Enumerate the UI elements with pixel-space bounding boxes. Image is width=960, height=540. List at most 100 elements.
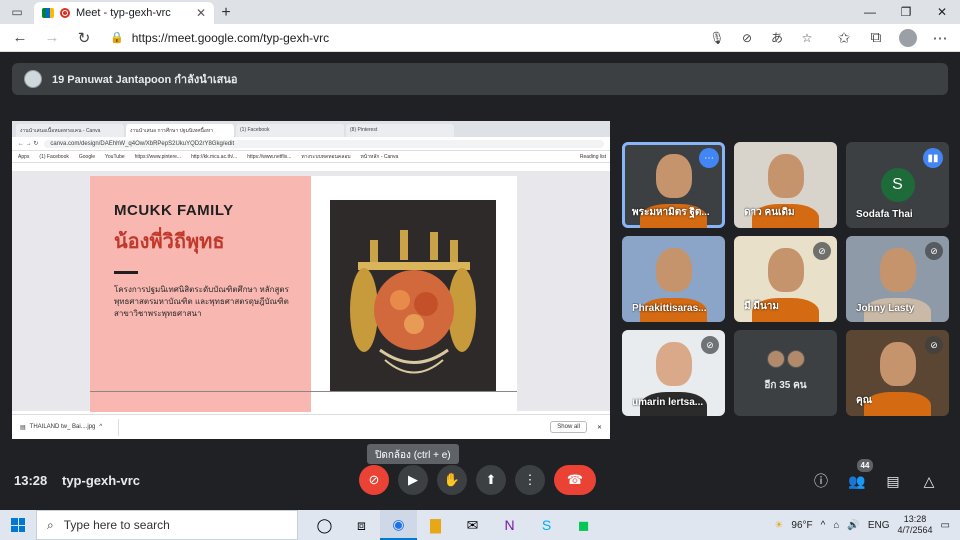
collections-icon[interactable]: ⧉ (862, 26, 890, 50)
profile-avatar[interactable] (894, 26, 922, 50)
lang-indicator[interactable]: ENG (868, 520, 890, 531)
minimize-icon[interactable]: — (852, 0, 888, 24)
forward-icon[interactable]: → (38, 26, 66, 50)
participant-face (767, 248, 804, 292)
slide-title-en: MCUKK FAMILY (114, 202, 234, 219)
activities-icon[interactable]: △ (918, 471, 940, 491)
camera-blocked-icon[interactable]: ⊘ (736, 31, 758, 45)
chat-icon[interactable]: ▤ (882, 471, 904, 491)
browser-tab-strip: ▭ Meet - typ-gexh-vrc ✕ + — ❐ ✕ (0, 0, 960, 24)
camera-tooltip: ปิดกล้อง (ctrl + e) (367, 444, 459, 464)
participant-tile[interactable]: S ▮▮ Sodafa Thai (846, 142, 949, 228)
new-tab-button[interactable]: + (214, 2, 238, 24)
meeting-info-icon[interactable]: ⓘ (810, 471, 832, 491)
more-options-button[interactable]: ⋮ (515, 465, 545, 495)
task-view-icon[interactable]: ⧈ (343, 510, 380, 540)
back-icon[interactable]: ← (6, 26, 34, 50)
url-bar[interactable]: 🔒 https://meet.google.com/typ-gexh-vrc 🎙… (102, 26, 826, 49)
participant-tile[interactable]: ⋯ พระมหามิตร ฐิต... (622, 142, 725, 228)
participant-tile[interactable]: ⊘ มี มีนาม (734, 236, 837, 322)
file-explorer-icon[interactable]: ▇ (417, 510, 454, 540)
mic-off-button[interactable]: ⊘ (359, 465, 389, 495)
more-options-icon[interactable]: ⋯ (699, 148, 719, 168)
raise-hand-button[interactable]: ✋ (437, 465, 467, 495)
clock-date: 4/7/2564 (897, 525, 933, 535)
mic-off-icon: ⊘ (925, 336, 943, 354)
bookmark: Reading list (579, 153, 606, 160)
start-button[interactable] (0, 510, 36, 540)
camera-button[interactable]: ▶ (398, 465, 428, 495)
weather-icon[interactable]: ☀ (774, 520, 783, 531)
translate-icon[interactable]: あ (766, 29, 788, 46)
shared-tab: (1) Facebook (236, 124, 344, 137)
participant-initial: S (880, 168, 915, 202)
show-all-button[interactable]: Show all (550, 421, 587, 433)
chevron-up-icon: ^ (99, 424, 103, 430)
participant-name: พระมหามิตร ฐิต... (632, 207, 710, 218)
line-icon[interactable]: ◼ (565, 510, 602, 540)
edge-icon[interactable]: ◉ (380, 510, 417, 540)
bookmark: https://www.pintere... (134, 153, 182, 160)
download-bar: ▤ THAILAND tw_ Bai....jpg ^ Show all ✕ (12, 414, 610, 439)
participant-name: ดาว คนเดิม (744, 207, 795, 218)
taskbar-apps: ◯ ⧈ ◉ ▇ ✉ N S ◼ (306, 510, 602, 540)
restore-icon[interactable]: ❐ (888, 0, 924, 24)
tab-close-icon[interactable]: ✕ (196, 6, 206, 20)
participant-tile[interactable]: ⊘ Johny Lasty (846, 236, 949, 322)
menu-more-icon[interactable]: ⋯ (926, 26, 954, 50)
end-call-button[interactable]: ☎ (554, 465, 596, 495)
shared-tab: (8) Pinterest (346, 124, 454, 137)
slide-title-th: น้องพี่วิถีพุทธ (114, 231, 225, 253)
meet-logo-icon (42, 8, 54, 18)
shared-tab: งานนำเสนอ การศึกษา ปฐมนิเทศนื้อหา (126, 124, 234, 137)
bookmark: หน้าหลัก - Canva (360, 153, 399, 160)
favorites-icon[interactable]: ✩ (830, 26, 858, 50)
mic-off-icon: ⊘ (813, 242, 831, 260)
participant-tile[interactable]: ดาว คนเดิม (734, 142, 837, 228)
participant-name: คุณ (856, 395, 872, 406)
participant-name: Phrakittisaras... (632, 303, 707, 314)
present-screen-button[interactable]: ⬆ (476, 465, 506, 495)
shared-screen: งานนำเสนอเนื้อหมดทรอเคน - Canva งานนำเสน… (12, 121, 610, 439)
system-tray: ☀ 96°F ^ ⌂ 🔊 ENG 13:28 4/7/2564 ▭ (774, 514, 960, 536)
meeting-code: typ-gexh-vrc (62, 473, 141, 488)
weather-temp[interactable]: 96°F (791, 520, 812, 531)
others-count: อีก 35 คน (764, 380, 807, 391)
close-icon[interactable]: ✕ (597, 424, 602, 431)
participant-face (655, 248, 692, 292)
download-filename: THAILAND tw_ Bai....jpg (29, 424, 96, 430)
volume-icon[interactable]: 🔊 (847, 520, 859, 531)
network-icon[interactable]: ⌂ (833, 520, 839, 531)
mail-icon[interactable]: ✉ (454, 510, 491, 540)
shared-bookmarks-bar: Apps (1) Facebook Google YouTube https:/… (12, 151, 610, 163)
participant-tile[interactable]: Phrakittisaras... (622, 236, 725, 322)
people-icon[interactable]: 👥 (846, 471, 868, 491)
reload-icon[interactable]: ↻ (70, 26, 98, 50)
bookmark-star-icon[interactable]: ☆ (796, 31, 818, 45)
bookmark: http://kk.mcu.ac.th/... (191, 153, 238, 160)
microphone-icon[interactable]: 🎙 (706, 31, 728, 45)
participant-face (879, 248, 916, 292)
slide-text-panel: MCUKK FAMILY น้องพี่วิถีพุทธ โครงการปฐมน… (90, 176, 311, 412)
notification-icon[interactable]: ▭ (941, 520, 950, 531)
shared-address-bar: ← → ↻ canva.com/design/DAEhhW_q4Ow/XbRPe… (12, 137, 610, 151)
onenote-icon[interactable]: N (491, 510, 528, 540)
taskbar-search[interactable]: ⌕ Type here to search (36, 510, 298, 540)
others-avatars (734, 350, 837, 368)
close-window-icon[interactable]: ✕ (924, 0, 960, 24)
clock[interactable]: 13:28 4/7/2564 (898, 514, 933, 536)
others-tile[interactable]: อีก 35 คน (734, 330, 837, 416)
tab-actions-icon[interactable]: ▭ (0, 0, 34, 24)
tray-chevron-icon[interactable]: ^ (821, 520, 826, 531)
presentation-slide: MCUKK FAMILY น้องพี่วิถีพุทธ โครงการปฐมน… (90, 176, 517, 412)
participant-tile-self[interactable]: ⊘ คุณ (846, 330, 949, 416)
shared-url: canva.com/design/DAEhhW_q4Ow/XbRPepS2Uku… (44, 139, 604, 148)
tab-meet[interactable]: Meet - typ-gexh-vrc ✕ (34, 2, 214, 24)
participant-name: Johny Lasty (856, 303, 915, 314)
participant-tile[interactable]: ⊘ umarin lertsa... (622, 330, 725, 416)
participant-face (767, 154, 804, 198)
skype-icon[interactable]: S (528, 510, 565, 540)
participant-face (655, 154, 692, 198)
cortana-icon[interactable]: ◯ (306, 510, 343, 540)
download-item[interactable]: ▤ THAILAND tw_ Bai....jpg ^ (20, 418, 120, 436)
